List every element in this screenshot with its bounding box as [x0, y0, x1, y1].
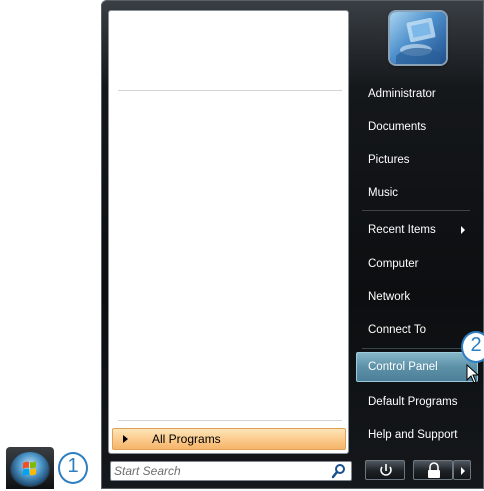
callout-number: 1: [67, 455, 79, 477]
right-item-documents[interactable]: Documents: [361, 112, 471, 142]
item-label: Computer: [368, 258, 419, 270]
search-input[interactable]: [111, 462, 331, 480]
callout-number: 2: [470, 334, 482, 356]
right-item-recent-items[interactable]: Recent Items: [361, 215, 471, 245]
item-label: Network: [368, 291, 411, 303]
shutdown-options-button[interactable]: [453, 460, 471, 480]
submenu-arrow-icon: [461, 226, 465, 234]
right-separator: [362, 348, 470, 349]
user-picture[interactable]: [390, 12, 446, 64]
mouse-pointer-icon: [466, 364, 480, 384]
right-item-pictures[interactable]: Pictures: [361, 145, 471, 175]
all-programs-separator: [118, 420, 342, 421]
power-button[interactable]: [365, 460, 405, 480]
windows-logo-icon: [23, 461, 36, 476]
right-item-administrator[interactable]: Administrator: [361, 79, 471, 109]
lock-button[interactable]: [413, 460, 453, 480]
right-item-connect-to[interactable]: Connect To: [361, 315, 471, 345]
item-label: Control Panel: [368, 361, 438, 373]
right-item-default-programs[interactable]: Default Programs: [361, 387, 471, 417]
arrow-right-icon: [123, 435, 128, 443]
callout-step-2: 2: [461, 331, 484, 363]
start-search-box[interactable]: [110, 461, 352, 481]
right-item-control-panel[interactable]: Control Panel: [356, 352, 478, 382]
right-item-computer[interactable]: Computer: [361, 249, 471, 279]
programs-pane: [108, 10, 349, 454]
power-controls: [365, 460, 473, 482]
item-label: Help and Support: [368, 429, 458, 441]
user-tile-image: [396, 17, 440, 64]
all-programs-button[interactable]: All Programs: [112, 428, 346, 450]
arrow-right-icon: [461, 467, 465, 475]
right-item-help-and-support[interactable]: Help and Support: [361, 420, 471, 450]
item-label: Recent Items: [368, 224, 436, 236]
right-item-music[interactable]: Music: [361, 178, 471, 208]
item-label: Default Programs: [368, 396, 458, 408]
right-separator: [362, 210, 470, 211]
power-icon: [380, 464, 392, 476]
item-label: Connect To: [368, 324, 426, 336]
all-programs-label: All Programs: [152, 432, 221, 446]
search-icon[interactable]: [331, 463, 347, 479]
start-button[interactable]: [11, 452, 49, 486]
item-label: Music: [368, 187, 399, 199]
lock-icon: [428, 462, 440, 478]
right-item-network[interactable]: Network: [361, 282, 471, 312]
item-label: Pictures: [368, 154, 410, 166]
callout-step-1: 1: [58, 452, 88, 484]
item-label: Administrator: [368, 88, 436, 100]
item-label: Documents: [368, 121, 427, 133]
pinned-separator: [118, 90, 342, 91]
